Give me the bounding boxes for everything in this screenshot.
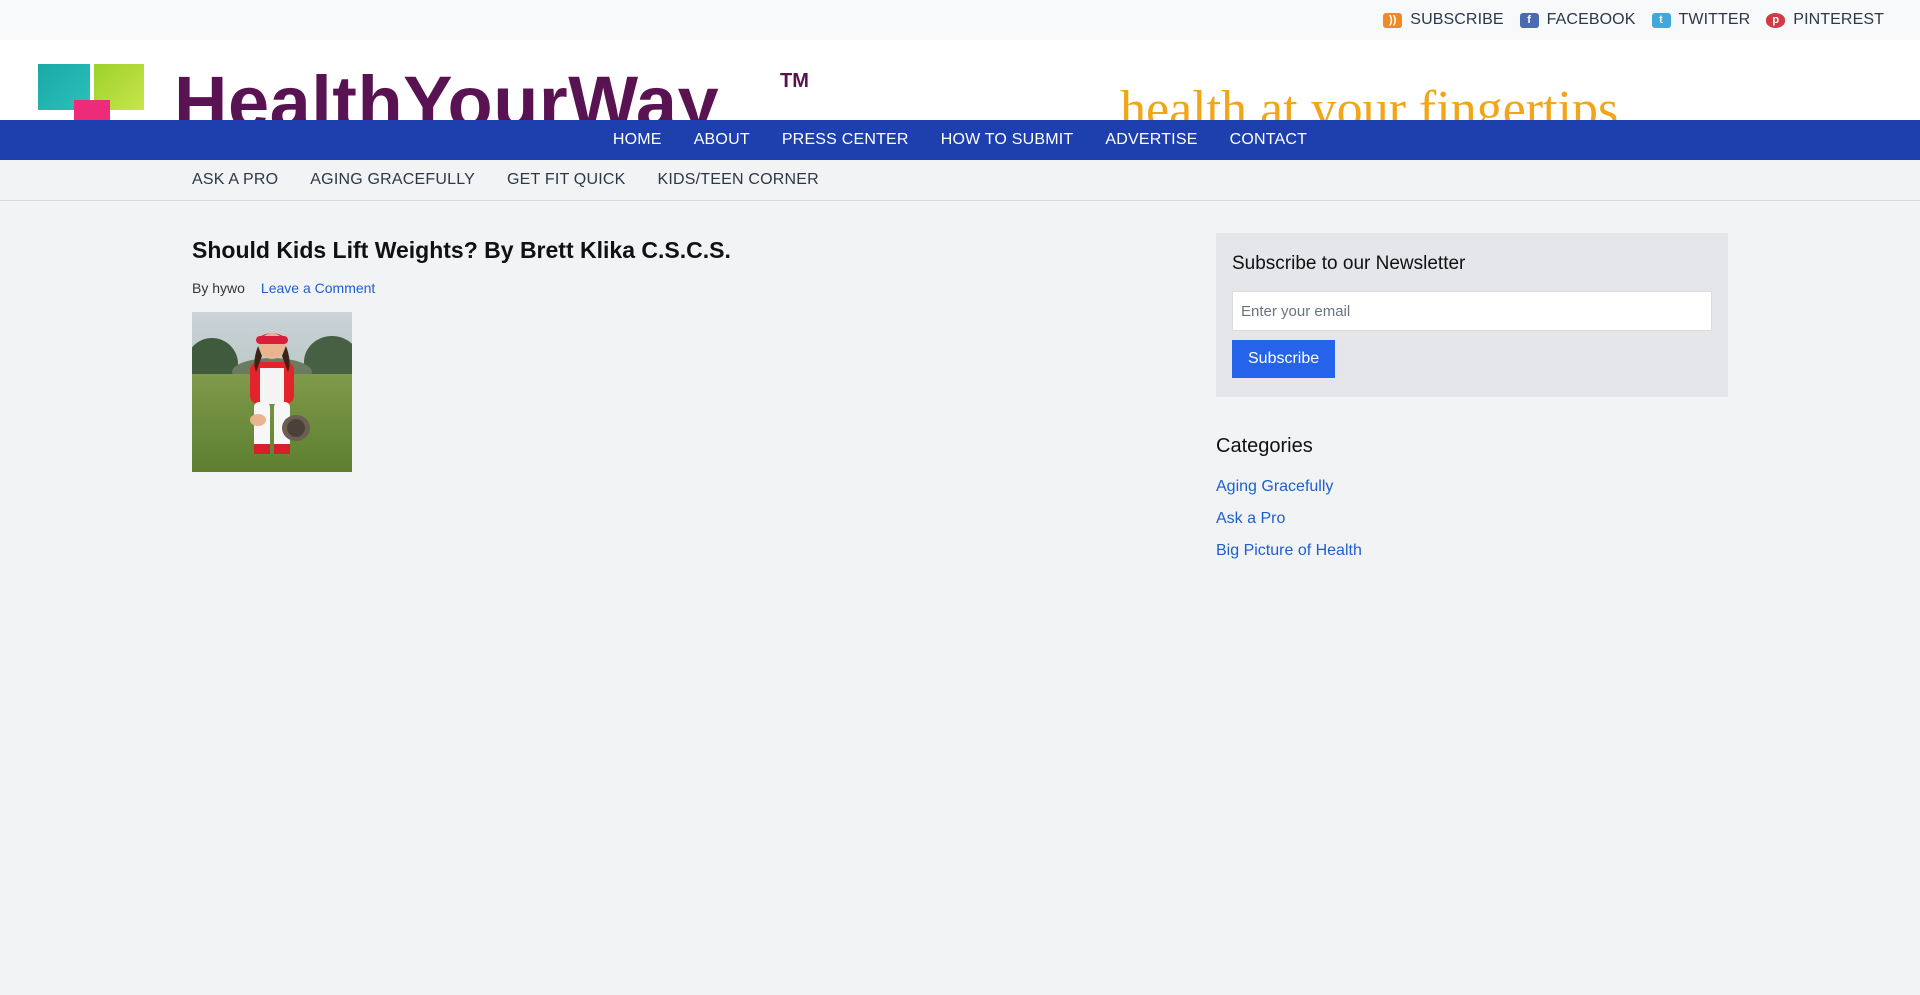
newsletter-title: Subscribe to our Newsletter <box>1232 253 1466 274</box>
list-item: Ask a Pro <box>1216 503 1728 535</box>
pinterest-icon: p <box>1766 12 1786 28</box>
social-links: )) SUBSCRIBE f FACEBOOK t TWITTER p PINT… <box>1383 0 1884 40</box>
email-field[interactable] <box>1232 291 1712 331</box>
main-navigation: HOME ABOUT PRESS CENTER HOW TO SUBMIT AD… <box>0 120 1920 160</box>
post-thumbnail-image[interactable] <box>192 312 352 472</box>
logo-squares-icon <box>38 64 148 120</box>
twitter-icon: t <box>1651 12 1671 28</box>
sidebar: Subscribe to our Newsletter Subscribe Ca… <box>1216 233 1728 567</box>
facebook-link[interactable]: f FACEBOOK <box>1519 11 1636 29</box>
logo-text: HealthYourWay <box>174 61 720 121</box>
article: Should Kids Lift Weights? By Brett Klika… <box>192 230 1092 472</box>
pinterest-link-label: PINTEREST <box>1793 11 1884 28</box>
nav-how-to-submit[interactable]: HOW TO SUBMIT <box>941 131 1074 149</box>
top-social-bar: )) SUBSCRIBE f FACEBOOK t TWITTER p PINT… <box>0 0 1920 40</box>
header-tagline: health at your fingertips <box>1120 81 1619 121</box>
categories-heading: Categories <box>1216 435 1313 457</box>
logo-trademark: TM <box>780 70 809 92</box>
nav-advertise[interactable]: ADVERTISE <box>1105 131 1197 149</box>
list-item: Aging Gracefully <box>1216 471 1728 503</box>
leave-comment-link[interactable]: Leave a Comment <box>261 280 375 296</box>
post-author: By hywo <box>192 280 245 296</box>
facebook-icon: f <box>1519 12 1539 28</box>
twitter-link[interactable]: t TWITTER <box>1651 11 1751 29</box>
category-ask-a-pro[interactable]: Ask a Pro <box>1216 510 1285 527</box>
post-title[interactable]: Should Kids Lift Weights? By Brett Klika… <box>192 230 1092 270</box>
subscribe-button[interactable]: Subscribe <box>1232 340 1336 378</box>
facebook-link-label: FACEBOOK <box>1546 11 1636 28</box>
subnav-get-fit-quick[interactable]: GET FIT QUICK <box>507 171 625 189</box>
subscribe-link[interactable]: )) SUBSCRIBE <box>1383 11 1504 29</box>
subnav-kids-teen-corner[interactable]: KIDS/TEEN CORNER <box>657 171 818 189</box>
newsletter-widget: Subscribe to our Newsletter Subscribe <box>1216 233 1728 397</box>
subnav-ask-a-pro[interactable]: ASK A PRO <box>192 171 278 189</box>
pinterest-link[interactable]: p PINTEREST <box>1766 11 1884 29</box>
list-item: Big Picture of Health <box>1216 535 1728 567</box>
nav-about[interactable]: ABOUT <box>694 131 750 149</box>
categories-list: Aging Gracefully Ask a Pro Big Picture o… <box>1216 471 1728 567</box>
nav-contact[interactable]: CONTACT <box>1230 131 1308 149</box>
twitter-link-label: TWITTER <box>1678 11 1751 28</box>
subscribe-link-label: SUBSCRIBE <box>1410 11 1504 28</box>
post-meta: By hywo Leave a Comment <box>192 280 1092 296</box>
category-navigation: ASK A PRO AGING GRACEFULLY GET FIT QUICK… <box>0 160 1920 201</box>
subnav-aging-gracefully[interactable]: AGING GRACEFULLY <box>310 171 475 189</box>
site-header-banner: HealthYourWay TM health at your fingerti… <box>0 40 1920 120</box>
nav-press-center[interactable]: PRESS CENTER <box>782 131 909 149</box>
nav-home[interactable]: HOME <box>613 131 662 149</box>
rss-icon: )) <box>1383 12 1403 28</box>
category-aging-gracefully[interactable]: Aging Gracefully <box>1216 478 1333 495</box>
kid-baseball-photo <box>192 312 352 472</box>
category-big-picture-of-health[interactable]: Big Picture of Health <box>1216 542 1362 559</box>
